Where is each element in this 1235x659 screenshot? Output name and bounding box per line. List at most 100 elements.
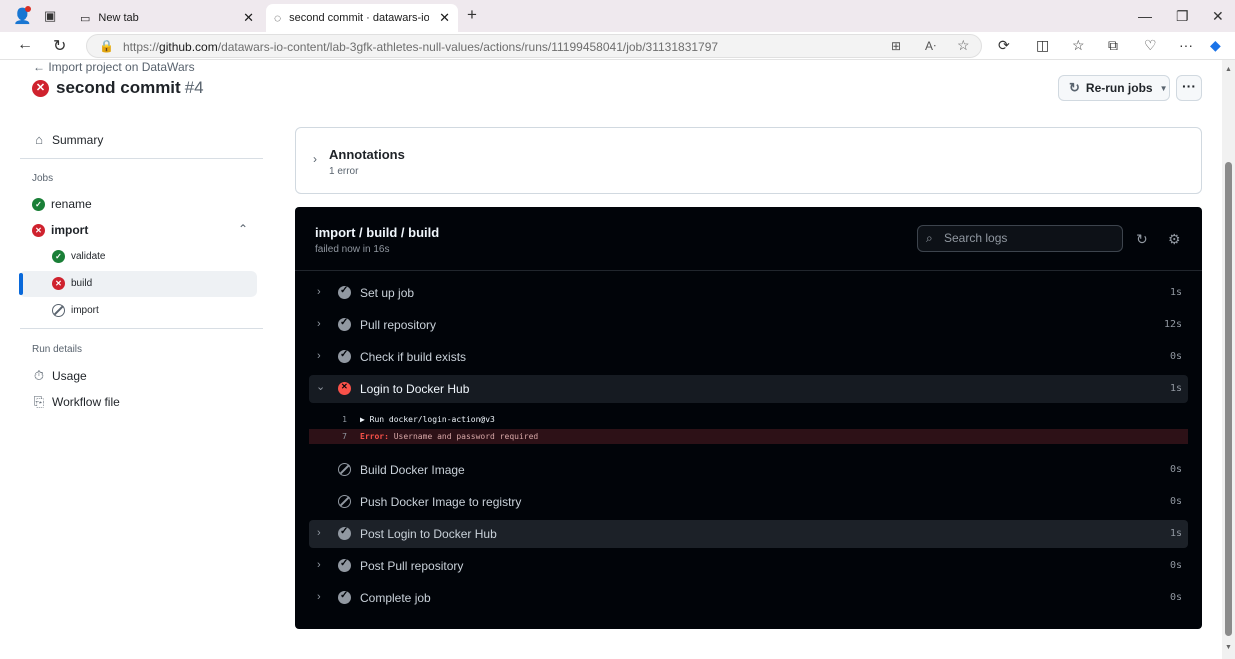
log-step-post-pull-repository[interactable]: › Post Pull repository 0s <box>309 552 1188 580</box>
step-duration: 12s <box>1163 319 1182 330</box>
log-step-pull-repository[interactable]: › Pull repository 12s <box>309 311 1188 339</box>
url-text: https://github.com/datawars-io-content/l… <box>123 40 719 54</box>
step-duration: 0s <box>1169 464 1182 475</box>
sidebar-job-import[interactable]: ✕ import <box>32 223 88 237</box>
favorites-icon[interactable]: ☆ <box>1072 37 1085 54</box>
chevron-right-icon: › <box>317 318 321 330</box>
gear-icon[interactable]: ⚙ <box>1168 231 1181 248</box>
sidebar-item-label: validate <box>71 251 106 262</box>
step-name: Complete job <box>360 591 431 605</box>
lock-icon[interactable]: 🔒 <box>99 39 114 53</box>
step-duration: 1s <box>1169 528 1182 539</box>
log-text: Error: Username and password required <box>360 429 538 444</box>
check-circle-fill-icon <box>338 526 351 540</box>
close-icon[interactable]: ✕ <box>439 10 450 26</box>
log-step-push-docker-image[interactable]: Push Docker Image to registry 0s <box>309 488 1188 516</box>
log-text: ▶ Run docker/login-action@v3 <box>360 415 495 424</box>
sync-icon: ↻ <box>1069 80 1080 95</box>
sidebar-item-label: Usage <box>52 369 87 383</box>
step-name: Build Docker Image <box>360 463 465 477</box>
kebab-menu-button[interactable]: ··· <box>1176 75 1202 101</box>
favorite-star-icon[interactable]: ☆ <box>957 37 970 54</box>
app-available-icon[interactable]: ⊞ <box>891 39 901 53</box>
notification-dot-icon <box>25 6 31 12</box>
log-step-set-up-job[interactable]: › Set up job 1s <box>309 279 1188 307</box>
tab-title: New tab <box>98 12 139 24</box>
check-circle-fill-icon <box>338 558 351 572</box>
page-scrollbar[interactable]: ▲ ▼ <box>1222 60 1235 659</box>
page-content: ← Import project on DataWars ✕ second co… <box>0 60 1222 659</box>
chevron-right-icon: › <box>317 591 321 603</box>
back-to-datawars-link[interactable]: ← Import project on DataWars <box>33 60 195 74</box>
restore-icon[interactable]: ❐ <box>1176 8 1189 25</box>
divider <box>20 158 263 159</box>
log-step-check-build[interactable]: › Check if build exists 0s <box>309 343 1188 371</box>
log-line-error[interactable]: 7 Error: Username and password required <box>309 429 1188 444</box>
x-circle-fill-icon <box>338 382 351 395</box>
log-line[interactable]: 1 ▶ Run docker/login-action@v3 <box>309 412 1188 427</box>
settings-more-icon[interactable]: ··· <box>1179 37 1193 53</box>
sidebar-item-label: Workflow file <box>52 395 120 409</box>
chevron-right-icon: › <box>313 152 317 166</box>
sidebar-job-rename[interactable]: ✓ rename <box>32 197 92 211</box>
log-step-complete-job[interactable]: › Complete job 0s <box>309 584 1188 612</box>
sidebar-item-summary[interactable]: ⌂ Summary <box>32 132 103 147</box>
scroll-up-arrow-icon[interactable]: ▲ <box>1225 66 1232 73</box>
rerun-jobs-button[interactable]: ↻ Re-run jobs ▼ <box>1058 75 1170 101</box>
sidebar-item-label: build <box>71 278 93 289</box>
line-number: 7 <box>342 432 347 441</box>
copilot-icon[interactable]: ◆ <box>1210 37 1221 54</box>
browser-toolbar: ← ↻ 🔒 https://github.com/datawars-io-con… <box>0 32 1235 60</box>
sidebar-job-validate[interactable]: ✓ validate <box>52 250 105 263</box>
step-name: Post Login to Docker Hub <box>360 527 497 541</box>
sidebar-item-workflow-file[interactable]: ⎘ Workflow file <box>32 394 120 410</box>
log-step-build-docker-image[interactable]: Build Docker Image 0s <box>309 456 1188 484</box>
sidebar-item-label: import <box>71 305 99 316</box>
collections-icon[interactable]: ⧉ <box>1108 37 1118 54</box>
jobs-heading: Jobs <box>32 173 54 184</box>
extensions-icon[interactable]: ⟳ <box>998 37 1010 54</box>
search-logs-field[interactable]: ⌕ <box>917 225 1123 252</box>
chevron-right-icon: › <box>317 527 321 539</box>
sidebar-job-build[interactable]: ✕ build <box>52 277 92 290</box>
step-name: Set up job <box>360 286 415 300</box>
new-tab-plus-icon[interactable]: + <box>467 5 477 25</box>
check-circle-fill-icon <box>338 317 351 331</box>
check-circle-fill-icon <box>338 590 351 604</box>
step-name: Post Pull repository <box>360 559 464 573</box>
back-arrow-icon[interactable]: ← <box>17 36 33 54</box>
reload-icon[interactable]: ↻ <box>53 36 66 56</box>
address-bar[interactable]: 🔒 https://github.com/datawars-io-content… <box>86 34 982 58</box>
chevron-right-icon: › <box>317 350 321 362</box>
tab-new-tab[interactable]: ▭ New tab ✕ <box>72 4 262 32</box>
kebab-horizontal-icon: ··· <box>1182 78 1196 94</box>
annotations-title: Annotations <box>329 147 405 162</box>
log-step-login-docker-hub[interactable]: ⌄ Login to Docker Hub 1s <box>309 375 1188 403</box>
sidebar-item-usage[interactable]: ⏱ Usage <box>32 368 87 384</box>
split-screen-icon[interactable]: ◫ <box>1036 37 1049 54</box>
close-icon[interactable]: ✕ <box>243 10 254 26</box>
read-aloud-icon[interactable]: Aᐧ <box>925 39 936 53</box>
rerun-label: Re-run jobs <box>1085 81 1153 95</box>
run-details-heading: Run details <box>32 344 83 355</box>
minimize-icon[interactable]: — <box>1138 8 1152 24</box>
check-circle-fill-icon <box>338 285 351 299</box>
chevron-right-icon: › <box>317 286 321 298</box>
sidebar-job-import-child[interactable]: import <box>52 304 99 317</box>
chevron-up-icon[interactable]: ⌃ <box>238 222 248 236</box>
search-logs-input[interactable] <box>944 231 1114 245</box>
annotations-card[interactable]: › Annotations 1 error <box>295 127 1202 194</box>
job-status-text: failed now in 16s <box>315 244 390 255</box>
log-step-post-login-docker-hub[interactable]: › Post Login to Docker Hub 1s <box>309 520 1188 548</box>
chevron-down-icon: ⌄ <box>316 381 326 393</box>
tab-actions-icon[interactable]: ▣ <box>44 8 56 24</box>
scroll-down-arrow-icon[interactable]: ▼ <box>1225 644 1232 651</box>
tab-github-run[interactable]: ◌ second commit · datawars-io-con ✕ <box>266 4 458 32</box>
step-name: Push Docker Image to registry <box>360 495 522 509</box>
scrollbar-thumb[interactable] <box>1225 162 1232 636</box>
window-close-icon[interactable]: ✕ <box>1212 8 1224 25</box>
browser-tab-bar: 👤 ▣ ▭ New tab ✕ ◌ second commit · datawa… <box>0 0 1235 32</box>
browser-essentials-icon[interactable]: ♡ <box>1144 37 1157 54</box>
refresh-icon[interactable]: ↻ <box>1136 231 1148 248</box>
divider <box>295 270 1202 271</box>
